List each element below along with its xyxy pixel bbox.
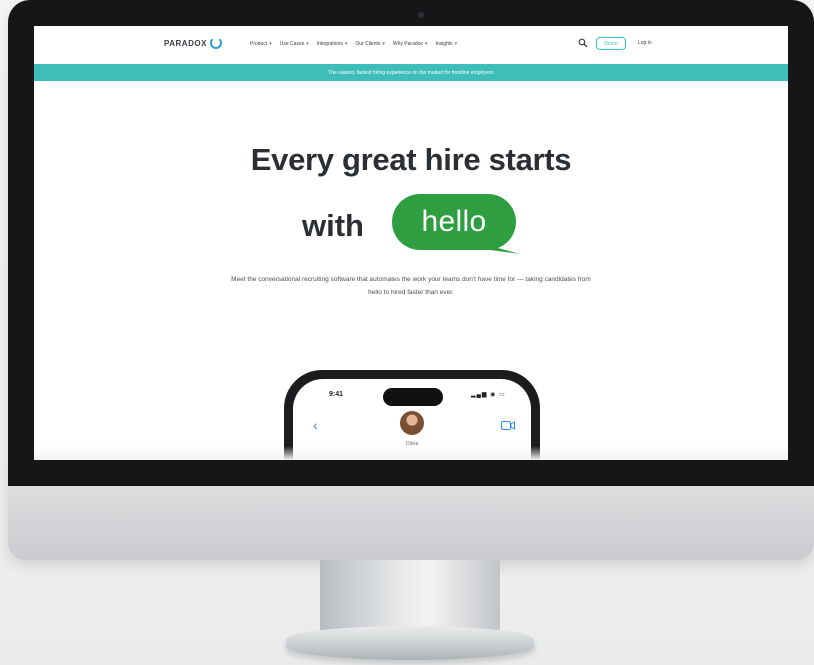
monitor-chin bbox=[8, 486, 814, 560]
monitor-stand-neck bbox=[320, 560, 500, 630]
screen-bezel: PARADOX Product ▾ Use Cases ▾ Integrations… bbox=[8, 0, 814, 486]
camera-icon bbox=[418, 12, 424, 18]
chevron-down-icon: ▾ bbox=[344, 41, 348, 47]
site-nav: PARADOX Product ▾ Use Cases ▾ Integrations… bbox=[34, 26, 788, 64]
menu-item-use-cases[interactable]: Use Cases ▾ bbox=[280, 41, 309, 47]
signal-wifi-battery-icon: ▂▄▆ ◉ ▭ bbox=[471, 392, 506, 398]
chevron-down-icon: ▾ bbox=[424, 41, 428, 47]
demo-button[interactable]: Demo bbox=[596, 37, 626, 50]
headline-with: with bbox=[302, 208, 364, 243]
hero-subtext: Meet the conversational recruiting softw… bbox=[231, 276, 591, 296]
headline-line1: Every great hire starts bbox=[250, 142, 572, 177]
banner-text: The easiest, fastest hiring experience o… bbox=[328, 69, 494, 76]
menu-item-our-clients[interactable]: Our Clients ▾ bbox=[355, 41, 385, 47]
announcement-banner[interactable]: The easiest, fastest hiring experience o… bbox=[34, 64, 788, 81]
chevron-down-icon: ▾ bbox=[454, 41, 458, 47]
phone-time: 9:41 bbox=[329, 391, 344, 398]
back-chevron-icon[interactable]: ‹ bbox=[313, 417, 318, 433]
chevron-down-icon: ▾ bbox=[382, 41, 385, 47]
menu-item-insights[interactable]: Insights ▾ bbox=[435, 41, 457, 47]
imac-monitor: PARADOX Product ▾ Use Cases ▾ Integrations… bbox=[8, 0, 814, 560]
menu-item-integrations[interactable]: Integrations ▾ bbox=[317, 41, 348, 47]
menu-label: Why Paradox bbox=[392, 41, 423, 47]
menu-label: Insights bbox=[435, 41, 453, 47]
logo-text: PARADOX bbox=[164, 38, 207, 48]
video-call-icon[interactable] bbox=[501, 421, 515, 430]
monitor-stand-base bbox=[286, 626, 534, 660]
website-screen: PARADOX Product ▾ Use Cases ▾ Integrations… bbox=[34, 26, 788, 460]
brand-logo[interactable]: PARADOX bbox=[164, 37, 222, 49]
menu-item-why-paradox[interactable]: Why Paradox ▾ bbox=[393, 41, 428, 47]
search-icon[interactable] bbox=[578, 38, 588, 48]
login-link[interactable]: Log in bbox=[638, 40, 652, 46]
menu-label: Our Clients bbox=[355, 41, 381, 47]
dynamic-island bbox=[383, 388, 443, 406]
contact-avatar bbox=[400, 411, 424, 435]
screen-bottom-fade bbox=[34, 446, 788, 460]
hello-word: hello bbox=[421, 205, 487, 238]
main-menu: Product ▾ Use Cases ▾ Integrations ▾ Our Cl… bbox=[250, 41, 457, 47]
menu-item-product[interactable]: Product ▾ bbox=[250, 41, 272, 47]
logo-ring-icon bbox=[209, 37, 222, 49]
chevron-down-icon: ▾ bbox=[269, 41, 272, 47]
menu-label: Integrations bbox=[316, 41, 343, 47]
menu-label: Use Cases bbox=[279, 41, 305, 47]
menu-label: Product bbox=[250, 41, 268, 47]
chevron-down-icon: ▾ bbox=[306, 41, 309, 47]
